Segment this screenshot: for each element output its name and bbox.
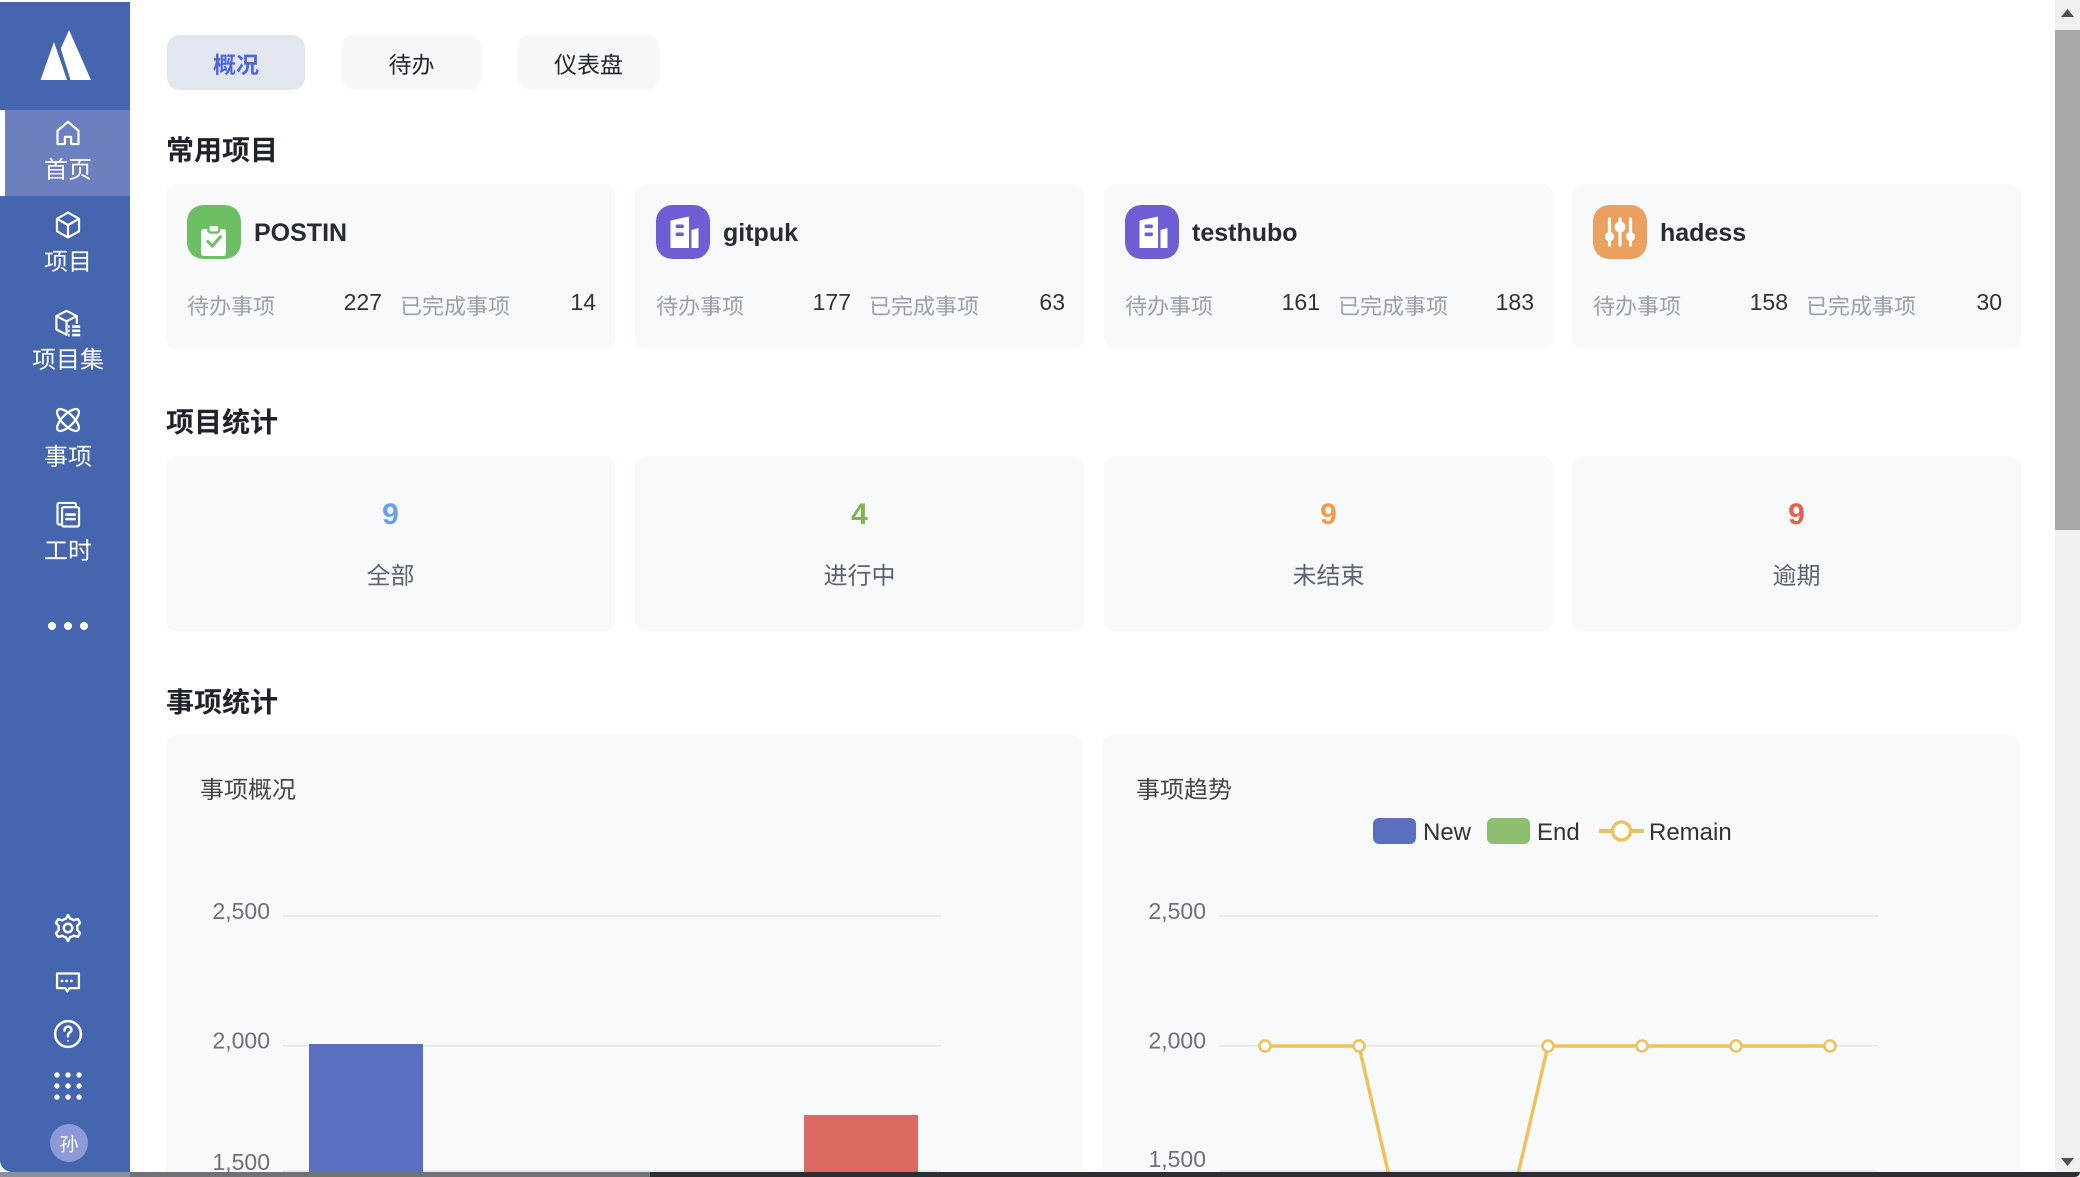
svg-text:事项趋势: 事项趋势	[1136, 777, 1232, 804]
svg-text:1,500: 1,500	[212, 1149, 270, 1172]
svg-text:1,500: 1,500	[1148, 1146, 1206, 1172]
svg-text:2,500: 2,500	[212, 898, 270, 924]
svg-text:New: New	[1423, 819, 1472, 846]
svg-text:Remain: Remain	[1649, 819, 1732, 846]
svg-text:End: End	[1537, 819, 1580, 846]
svg-text:2,000: 2,000	[212, 1028, 270, 1054]
svg-text:事项概况: 事项概况	[200, 777, 296, 804]
svg-text:2,000: 2,000	[1148, 1028, 1206, 1054]
svg-text:2,500: 2,500	[1148, 898, 1206, 924]
